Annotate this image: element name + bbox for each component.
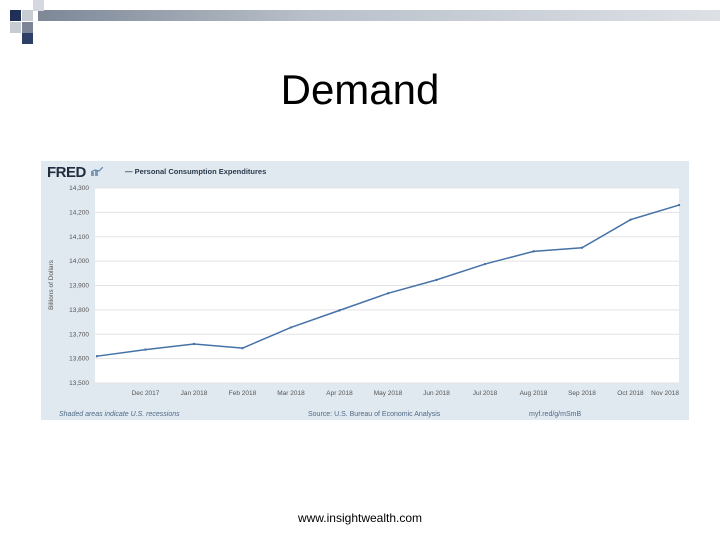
fred-chart-panel: 13,500 13,600 13,700 13,800 13,900 14,000 14,1… bbox=[41, 161, 689, 420]
decor-square bbox=[10, 22, 21, 33]
source-note[interactable]: Source: U.S. Bureau of Economic Analysis bbox=[308, 411, 440, 418]
line-chart: 13,500 13,600 13,700 13,800 13,900 14,000 14,1… bbox=[48, 185, 681, 397]
x-tick-label: Feb 2018 bbox=[229, 390, 257, 397]
y-tick-label: 14,000 bbox=[69, 258, 89, 265]
decor-square bbox=[22, 10, 33, 21]
data-point bbox=[241, 346, 244, 350]
short-link[interactable]: myf.red/g/mSmB bbox=[529, 411, 581, 418]
x-tick-label: Sep 2018 bbox=[568, 390, 596, 397]
x-tick-label: Aug 2018 bbox=[520, 390, 548, 397]
y-tick-label: 13,800 bbox=[69, 307, 89, 314]
decor-square bbox=[10, 10, 21, 21]
x-tick-label: Jan 2018 bbox=[181, 390, 208, 397]
header-decor-bar bbox=[38, 10, 720, 21]
data-point bbox=[435, 278, 438, 282]
data-point bbox=[629, 218, 632, 221]
decor-square bbox=[22, 22, 33, 33]
y-tick-label: 13,700 bbox=[69, 331, 89, 338]
y-tick-label: 14,300 bbox=[69, 185, 89, 192]
data-point bbox=[677, 203, 681, 207]
recession-note: Shaded areas indicate U.S. recessions bbox=[59, 411, 180, 418]
fred-logo: FRED bbox=[47, 164, 86, 181]
x-tick-label: May 2018 bbox=[374, 390, 403, 397]
x-tick-label: Nov 2018 bbox=[651, 390, 679, 397]
x-tick-label: Jul 2018 bbox=[473, 390, 498, 397]
y-tick-label: 13,500 bbox=[69, 380, 89, 387]
fred-graph-icon bbox=[91, 167, 103, 176]
y-tick-label: 14,100 bbox=[69, 234, 89, 241]
data-point bbox=[532, 250, 535, 253]
data-point bbox=[95, 354, 99, 358]
data-point bbox=[144, 348, 147, 351]
x-tick-label: Dec 2017 bbox=[132, 390, 160, 397]
y-axis-label: Billions of Dollars bbox=[48, 259, 55, 310]
x-tick-label: Jun 2018 bbox=[423, 390, 450, 397]
decor-square bbox=[33, 0, 44, 11]
y-tick-label: 14,200 bbox=[69, 209, 89, 216]
y-tick-label: 13,600 bbox=[69, 356, 89, 363]
y-tick-label: 13,900 bbox=[69, 283, 89, 290]
x-tick-label: Apr 2018 bbox=[326, 390, 353, 397]
x-tick-label: Oct 2018 bbox=[617, 390, 644, 397]
data-point bbox=[192, 342, 196, 346]
data-point bbox=[289, 326, 293, 329]
data-point bbox=[580, 246, 584, 249]
decor-square bbox=[22, 33, 33, 44]
x-tick-label: Mar 2018 bbox=[277, 390, 305, 397]
slide-title: Demand bbox=[280, 66, 440, 113]
data-point bbox=[338, 309, 341, 312]
data-point bbox=[386, 292, 390, 295]
data-point bbox=[483, 262, 487, 266]
chart-title: — Personal Consumption Expenditures bbox=[125, 167, 267, 176]
site-footer: www.insightwealth.com bbox=[297, 511, 423, 525]
